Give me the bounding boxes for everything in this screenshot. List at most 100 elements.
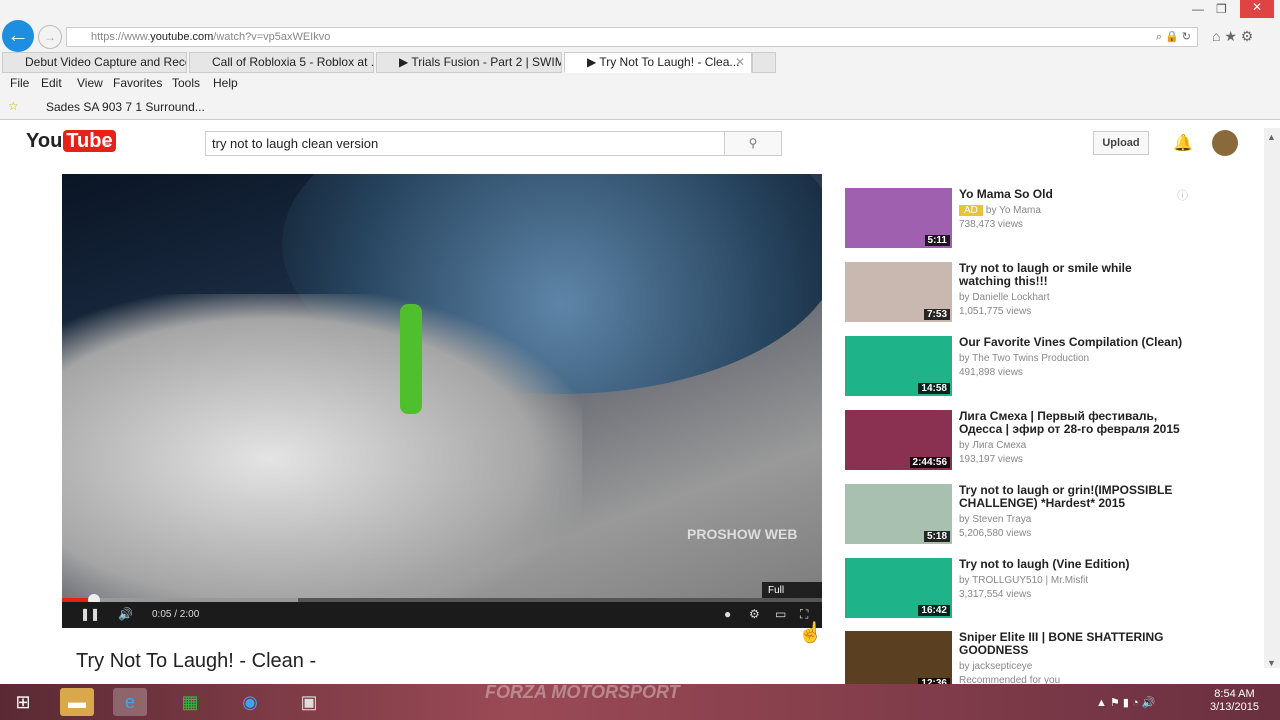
channel-name[interactable]: by TROLLGUY510 | Mr.Misfit <box>959 575 1088 586</box>
view-count: 738,473 views <box>959 219 1023 230</box>
duration-badge: 16:42 <box>918 605 950 616</box>
related-video-item[interactable]: 5:18 Try not to laugh or grin!(IMPOSSIBL… <box>845 484 1190 546</box>
url-host: youtube.com <box>150 31 214 43</box>
close-tab-icon[interactable]: ✕ <box>735 53 745 72</box>
url-prefix: https://www. <box>91 31 151 43</box>
settings-gear-icon[interactable]: ⚙ <box>749 607 760 621</box>
tab-trials[interactable]: ▶ Trials Fusion - Part 2 | SWIM... <box>376 52 562 73</box>
forward-button[interactable]: → <box>38 25 62 49</box>
player-controls: ❚❚ 🔊 0:05 / 2:00 ● ⚙ ▭ ⛶ <box>62 602 822 628</box>
add-favorite-icon[interactable]: ☆ <box>8 99 19 113</box>
search-input[interactable]: try not to laugh clean version <box>205 131 725 156</box>
related-title[interactable]: Try not to laugh (Vine Edition) <box>959 558 1184 571</box>
annotations-icon[interactable]: ● <box>724 607 731 621</box>
video-thumbnail[interactable]: 5:11 <box>845 188 952 248</box>
store-icon[interactable]: ▦ <box>173 688 207 716</box>
view-count: 1,051,775 views <box>959 306 1032 317</box>
menu-file[interactable]: File <box>10 76 29 90</box>
channel-name[interactable]: by Steven Traya <box>959 514 1031 525</box>
search-button[interactable]: ⚲ <box>724 131 782 156</box>
view-count: 491,898 views <box>959 367 1023 378</box>
favorite-link[interactable]: Sades SA 903 7 1 Surround... <box>46 100 205 114</box>
start-button[interactable]: ⊞ <box>6 688 40 716</box>
clock[interactable]: 8:54 AM 3/13/2015 <box>1210 688 1259 714</box>
duration-badge: 2:44:56 <box>909 457 950 468</box>
related-video-item[interactable]: 16:42 Try not to laugh (Vine Edition) by… <box>845 558 1190 620</box>
related-channel: AD by Yo Mama <box>959 205 1041 216</box>
related-video-item[interactable]: 2:44:56 Лига Смеха | Первый фестиваль, О… <box>845 410 1190 472</box>
video-thumbnail[interactable]: 7:53 <box>845 262 952 322</box>
debut-capture-icon[interactable]: ▣ <box>292 688 326 716</box>
related-video-item[interactable]: 14:58 Our Favorite Vines Compilation (Cl… <box>845 336 1190 398</box>
duration-badge: 14:58 <box>918 383 950 394</box>
avatar[interactable] <box>1212 130 1238 156</box>
close-window-button[interactable]: ✕ <box>1240 0 1274 18</box>
restore-button[interactable]: ❐ <box>1216 2 1227 16</box>
related-channel: by TROLLGUY510 | Mr.Misfit <box>959 575 1088 586</box>
menu-edit[interactable]: Edit <box>41 76 62 90</box>
minimize-button[interactable]: — <box>1192 2 1204 16</box>
related-channel: by Steven Traya <box>959 514 1031 525</box>
related-channel: by Лига Смеха <box>959 440 1026 451</box>
tab-label: ▶ Try Not To Laugh! - Clea... <box>587 55 740 69</box>
page-scrollbar[interactable]: ▲ ▼ <box>1264 128 1280 668</box>
system-tray-icons[interactable]: ▲ ⚑ ▮ ◔ 🔊 <box>1096 696 1155 709</box>
theater-mode-icon[interactable]: ▭ <box>775 607 786 621</box>
search-refresh-icons[interactable]: ⌕ 🔒 ↻ <box>1156 28 1191 46</box>
notifications-bell-icon[interactable]: 🔔 <box>1173 133 1193 153</box>
related-title[interactable]: Yo Mama So Old <box>959 188 1184 201</box>
clock-date: 3/13/2015 <box>1210 701 1259 713</box>
tab-try-not-to-laugh[interactable]: ▶ Try Not To Laugh! - Clea... ✕ <box>564 52 752 73</box>
related-channel: by The Two Twins Production <box>959 353 1089 364</box>
tab-label: Debut Video Capture and Reco... <box>25 55 187 69</box>
video-frame-astronaut <box>62 294 582 624</box>
related-video-item[interactable]: 7:53 Try not to laugh or smile while wat… <box>845 262 1190 324</box>
tab-roblox[interactable]: Call of Robloxia 5 - Roblox at ... <box>189 52 374 73</box>
app-icon[interactable]: ◉ <box>233 688 267 716</box>
channel-name[interactable]: by Yo Mama <box>986 205 1041 216</box>
related-title[interactable]: Our Favorite Vines Compilation (Clean) <box>959 336 1184 349</box>
url-path: /watch?v=vp5axWEIkvo <box>213 31 331 43</box>
menu-view[interactable]: View <box>77 76 103 90</box>
tab-debut[interactable]: Debut Video Capture and Reco... <box>2 52 187 73</box>
duration-badge: 5:11 <box>924 235 950 246</box>
related-channel: by jacksepticeye <box>959 661 1032 672</box>
video-thumbnail[interactable]: 2:44:56 <box>845 410 952 470</box>
video-thumbnail[interactable]: 14:58 <box>845 336 952 396</box>
video-thumbnail[interactable]: 16:42 <box>845 558 952 618</box>
video-player[interactable]: PROSHOW WEB Full screen ❚❚ 🔊 0:05 / 2:00… <box>62 174 822 628</box>
related-title[interactable]: Try not to laugh or smile while watching… <box>959 262 1184 288</box>
view-count: 3,317,554 views <box>959 589 1032 600</box>
video-thumbnail[interactable]: 12:36 <box>845 631 952 691</box>
tab-label: Call of Robloxia 5 - Roblox at ... <box>212 55 374 69</box>
video-thumbnail[interactable]: 5:18 <box>845 484 952 544</box>
related-title[interactable]: Try not to laugh or grin!(IMPOSSIBLE CHA… <box>959 484 1184 510</box>
duration-badge: 5:18 <box>923 531 950 542</box>
internet-explorer-icon[interactable]: e <box>113 688 147 716</box>
menu-tools[interactable]: Tools <box>172 76 200 90</box>
related-video-item[interactable]: 5:11 Yo Mama So Old AD by Yo Mama 738,473… <box>845 188 1190 250</box>
view-count: 193,197 views <box>959 454 1023 465</box>
back-button[interactable]: ← <box>2 20 34 52</box>
new-tab-button[interactable] <box>752 52 776 73</box>
ad-badge: AD <box>959 205 983 216</box>
proshow-watermark: PROSHOW WEB <box>687 526 798 542</box>
address-bar[interactable]: https://www.youtube.com/watch?v=vp5axWEI… <box>66 27 1198 47</box>
guide-menu-icon[interactable]: ≡ <box>104 136 111 150</box>
pause-button[interactable]: ❚❚ <box>80 607 100 621</box>
file-explorer-icon[interactable]: ▬ <box>60 688 94 716</box>
video-title: Try Not To Laugh! - Clean - <box>76 650 317 672</box>
menu-help[interactable]: Help <box>213 76 238 90</box>
related-title[interactable]: Лига Смеха | Первый фестиваль, Одесса | … <box>959 410 1184 436</box>
channel-name[interactable]: by jacksepticeye <box>959 661 1032 672</box>
home-favorites-settings-icons[interactable]: ⌂ ★ ⚙ <box>1212 28 1253 45</box>
clock-time: 8:54 AM <box>1214 688 1255 700</box>
menu-favorites[interactable]: Favorites <box>113 76 162 90</box>
youtube-logo[interactable]: You Tube <box>26 130 116 153</box>
channel-name[interactable]: by Лига Смеха <box>959 440 1026 451</box>
upload-button[interactable]: Upload <box>1093 131 1149 155</box>
related-title[interactable]: Sniper Elite III | BONE SHATTERING GOODN… <box>959 631 1184 657</box>
channel-name[interactable]: by Danielle Lockhart <box>959 292 1050 303</box>
volume-button[interactable]: 🔊 <box>118 607 133 621</box>
channel-name[interactable]: by The Two Twins Production <box>959 353 1089 364</box>
